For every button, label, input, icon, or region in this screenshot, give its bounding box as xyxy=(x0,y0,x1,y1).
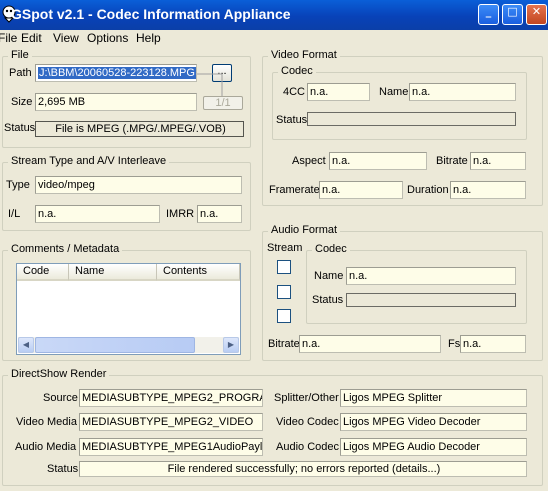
audio-status-field xyxy=(346,293,516,307)
audio-name-field: n.a. xyxy=(346,267,516,285)
comments-group-label: Comments / Metadata xyxy=(8,243,123,255)
path-field[interactable]: J:\BBM\20060528-223128.MPG xyxy=(35,64,197,82)
video-codec-render-label: Video Codec xyxy=(276,416,339,428)
imrr-label: IMRR xyxy=(166,208,195,220)
video-status-label: Status xyxy=(276,114,308,126)
horizontal-scrollbar[interactable]: ◀ ▶ xyxy=(18,337,239,353)
video-codec-label: Codec xyxy=(278,65,316,77)
audio-media-field: MEDIASUBTYPE_MPEG1AudioPaylo xyxy=(79,438,263,456)
render-status-label: Status xyxy=(47,463,79,475)
audio-status-label: Status xyxy=(312,294,344,306)
splitter-field: Ligos MPEG Splitter xyxy=(340,389,527,407)
menu-edit[interactable]: Edit xyxy=(21,31,42,45)
aspect-label: Aspect xyxy=(292,155,326,167)
duration-label: Duration xyxy=(407,184,449,196)
splitter-label: Splitter/Other xyxy=(274,392,339,404)
file-status-field: File is MPEG (.MPG/.MPEG/.VOB) xyxy=(35,121,244,137)
video-bitrate-label: Bitrate xyxy=(436,155,468,167)
video-status-field xyxy=(307,112,516,126)
minimize-button[interactable]: _ xyxy=(478,4,499,25)
column-header-code[interactable]: Code xyxy=(17,264,69,281)
video-name-label: Name xyxy=(379,86,409,98)
type-field: video/mpeg xyxy=(35,176,242,194)
size-label: Size xyxy=(11,96,33,108)
title-bar[interactable]: GSpot v2.1 - Codec Information Appliance… xyxy=(0,0,548,30)
audio-name-label: Name xyxy=(314,270,344,282)
video-codec-render-field: Ligos MPEG Video Decoder xyxy=(340,413,527,431)
close-icon: ✕ xyxy=(531,5,542,18)
audio-codec-render-field: Ligos MPEG Audio Decoder xyxy=(340,438,527,456)
close-button[interactable]: ✕ xyxy=(526,4,547,25)
file-count-button[interactable]: 1/1 xyxy=(203,96,243,110)
fs-field: n.a. xyxy=(460,335,526,353)
size-field: 2,695 MB xyxy=(35,93,197,111)
menu-view[interactable]: View xyxy=(53,31,79,45)
scroll-left-icon[interactable]: ◀ xyxy=(18,337,34,353)
render-status-field[interactable]: File rendered successfully; no errors re… xyxy=(79,461,527,477)
source-label: Source xyxy=(43,392,78,404)
framerate-field: n.a. xyxy=(319,181,403,199)
type-label: Type xyxy=(6,179,30,191)
stream-group-label: Stream Type and A/V Interleave xyxy=(8,155,170,167)
aspect-field: n.a. xyxy=(329,152,427,170)
scroll-right-icon[interactable]: ▶ xyxy=(223,337,239,353)
audio-bitrate-label: Bitrate xyxy=(268,338,300,350)
scroll-thumb[interactable] xyxy=(35,337,195,353)
audio-bitrate-field: n.a. xyxy=(299,335,441,353)
column-header-name[interactable]: Name xyxy=(69,264,157,281)
path-value: J:\BBM\20060528-223128.MPG xyxy=(38,67,196,79)
video-name-field: n.a. xyxy=(409,83,516,101)
path-connector xyxy=(197,73,223,96)
audio-stream-checkbox-2[interactable] xyxy=(277,285,291,299)
file-group-label: File xyxy=(8,49,32,61)
path-label: Path xyxy=(9,67,32,79)
framerate-label: Framerate xyxy=(269,184,320,196)
column-header-contents[interactable]: Contents xyxy=(157,264,240,281)
menu-help[interactable]: Help xyxy=(136,31,161,45)
audio-format-label: Audio Format xyxy=(268,224,341,236)
comments-list[interactable]: Code Name Contents ◀ ▶ xyxy=(16,263,241,355)
menu-options[interactable]: Options xyxy=(87,31,128,45)
menu-bar: File Edit View Options Help xyxy=(0,30,548,46)
audio-stream-checkbox-1[interactable] xyxy=(277,260,291,274)
duration-field: n.a. xyxy=(450,181,526,199)
menu-file[interactable]: File xyxy=(0,31,17,45)
minimize-icon: _ xyxy=(485,5,492,18)
gspot-window: GSpot v2.1 - Codec Information Appliance… xyxy=(0,0,548,491)
audio-codec-render-label: Audio Codec xyxy=(276,441,339,453)
fourcc-field: n.a. xyxy=(307,83,370,101)
video-media-field: MEDIASUBTYPE_MPEG2_VIDEO xyxy=(79,413,263,431)
audio-codec-group: Codec xyxy=(306,243,527,324)
audio-media-label: Audio Media xyxy=(15,441,77,453)
audio-codec-label: Codec xyxy=(312,243,350,255)
file-status-label: Status xyxy=(4,122,36,134)
directshow-group-label: DirectShow Render xyxy=(8,368,110,380)
maximize-icon: □ xyxy=(507,5,518,18)
window-title: GSpot v2.1 - Codec Information Appliance xyxy=(11,6,291,22)
audio-stream-label: Stream xyxy=(267,242,303,254)
video-format-label: Video Format xyxy=(268,49,340,61)
fs-label: Fs xyxy=(448,338,461,350)
source-field: MEDIASUBTYPE_MPEG2_PROGRA xyxy=(79,389,263,407)
il-field: n.a. xyxy=(35,205,160,223)
imrr-field: n.a. xyxy=(197,205,242,223)
fourcc-label: 4CC xyxy=(283,86,306,98)
video-media-label: Video Media xyxy=(16,416,77,428)
il-label: I/L xyxy=(8,208,21,220)
audio-stream-checkbox-3[interactable] xyxy=(277,309,291,323)
video-bitrate-field: n.a. xyxy=(470,152,526,170)
maximize-button[interactable]: □ xyxy=(502,4,523,25)
